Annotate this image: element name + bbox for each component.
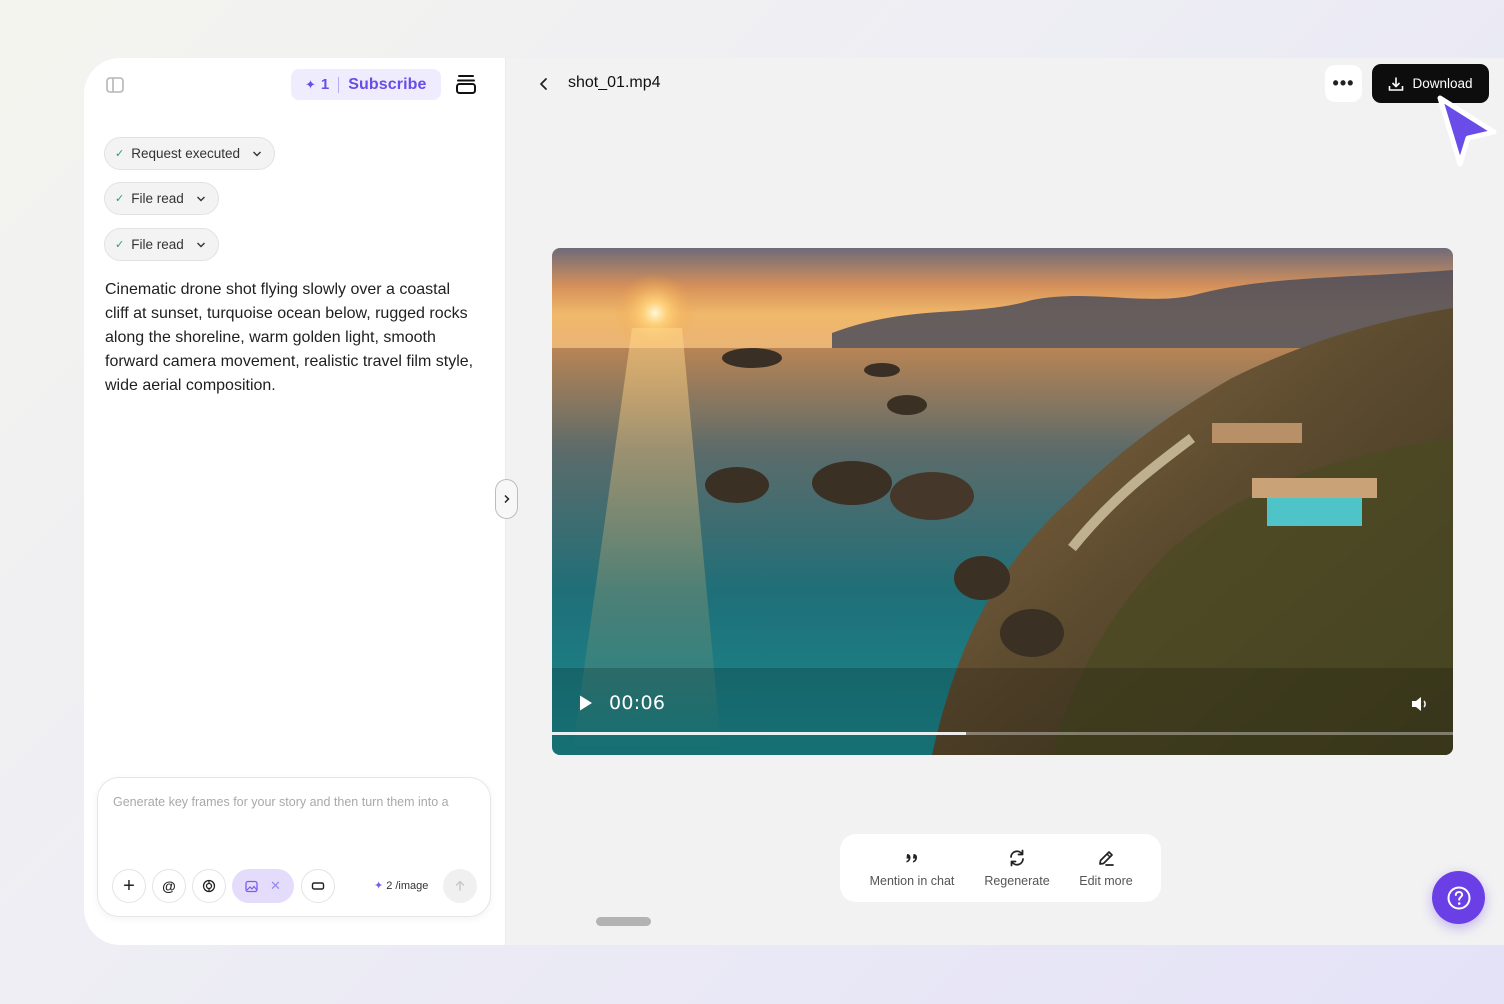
mention-in-chat-label: Mention in chat bbox=[869, 874, 955, 888]
mention-in-chat-button[interactable]: Mention in chat bbox=[864, 847, 960, 888]
prompt-message: Cinematic drone shot flying slowly over … bbox=[105, 281, 474, 394]
credits-subscribe-pill[interactable]: ✦ 1 Subscribe bbox=[291, 69, 441, 100]
divider bbox=[338, 76, 340, 93]
back-arrow-icon[interactable] bbox=[536, 75, 552, 93]
scroll-handle[interactable] bbox=[596, 917, 651, 926]
check-icon: ✓ bbox=[115, 148, 125, 160]
file-title: shot_01.mp4 bbox=[568, 74, 661, 91]
cursor-icon bbox=[1437, 95, 1497, 167]
volume-icon[interactable] bbox=[1410, 695, 1430, 713]
step-label: File read bbox=[131, 237, 184, 252]
refresh-icon bbox=[1007, 847, 1027, 869]
step-chip-file-read[interactable]: ✓ File read bbox=[104, 182, 219, 215]
edit-more-label: Edit more bbox=[1079, 874, 1133, 888]
composer-input[interactable]: Generate key frames for your story and t… bbox=[113, 795, 483, 809]
video-action-bar: Mention in chat Regenerate Edit more bbox=[840, 834, 1161, 902]
video-timecode: 00:06 bbox=[609, 692, 666, 714]
chevron-down-icon bbox=[253, 151, 262, 156]
credit-count: 1 bbox=[320, 76, 330, 93]
app-window: ✦ 1 Subscribe ✓ Request executed ✓ File … bbox=[84, 58, 1504, 945]
chevron-down-icon bbox=[196, 196, 205, 201]
download-icon bbox=[1389, 77, 1404, 91]
add-button[interactable]: + bbox=[112, 869, 146, 903]
sparkle-icon: ✦ bbox=[305, 76, 316, 92]
send-button[interactable] bbox=[443, 869, 477, 903]
video-progress-fill bbox=[552, 732, 967, 735]
video-frame bbox=[552, 248, 1453, 755]
help-icon bbox=[1447, 886, 1470, 909]
model-icon bbox=[202, 879, 216, 893]
cost-unit: /image bbox=[395, 879, 429, 892]
video-progress-bar[interactable] bbox=[552, 732, 1453, 735]
video-player[interactable]: 00:06 bbox=[552, 248, 1453, 755]
mention-button[interactable]: @ bbox=[152, 869, 186, 903]
chat-composer: Generate key frames for your story and t… bbox=[97, 777, 491, 917]
chat-panel: ✦ 1 Subscribe ✓ Request executed ✓ File … bbox=[84, 58, 506, 945]
layers-icon[interactable] bbox=[455, 73, 477, 95]
more-options-button[interactable]: ••• bbox=[1325, 65, 1362, 102]
subscribe-button[interactable]: Subscribe bbox=[348, 76, 426, 94]
cost-indicator: ✦ 2 /image bbox=[374, 879, 429, 893]
step-label: File read bbox=[131, 191, 184, 206]
pencil-icon bbox=[1096, 847, 1116, 869]
cost-value: 2 bbox=[386, 879, 393, 892]
model-button[interactable] bbox=[192, 869, 226, 903]
step-chip-request-executed[interactable]: ✓ Request executed bbox=[104, 137, 276, 170]
arrow-up-icon bbox=[455, 880, 465, 891]
image-icon bbox=[245, 880, 258, 892]
close-icon[interactable]: ✕ bbox=[270, 878, 281, 894]
play-icon[interactable] bbox=[578, 694, 594, 712]
chevron-down-icon bbox=[196, 242, 205, 247]
step-chip-file-read[interactable]: ✓ File read bbox=[104, 228, 219, 261]
quote-icon bbox=[905, 847, 919, 869]
step-label: Request executed bbox=[131, 146, 241, 161]
image-mode-toggle[interactable]: ✕ bbox=[232, 869, 294, 903]
regenerate-label: Regenerate bbox=[984, 874, 1050, 888]
sparkle-icon: ✦ bbox=[374, 880, 384, 892]
download-label: Download bbox=[1412, 76, 1473, 91]
aspect-ratio-icon bbox=[311, 882, 325, 890]
panel-collapse-handle[interactable] bbox=[495, 479, 518, 519]
regenerate-button[interactable]: Regenerate bbox=[980, 847, 1054, 888]
edit-more-button[interactable]: Edit more bbox=[1074, 847, 1138, 888]
check-icon: ✓ bbox=[115, 193, 125, 205]
aspect-ratio-button[interactable] bbox=[301, 869, 335, 903]
check-icon: ✓ bbox=[115, 239, 125, 251]
sidebar-toggle-icon[interactable] bbox=[105, 75, 125, 95]
chevron-right-icon bbox=[503, 494, 510, 504]
help-button[interactable] bbox=[1432, 871, 1485, 924]
more-icon: ••• bbox=[1332, 73, 1355, 93]
